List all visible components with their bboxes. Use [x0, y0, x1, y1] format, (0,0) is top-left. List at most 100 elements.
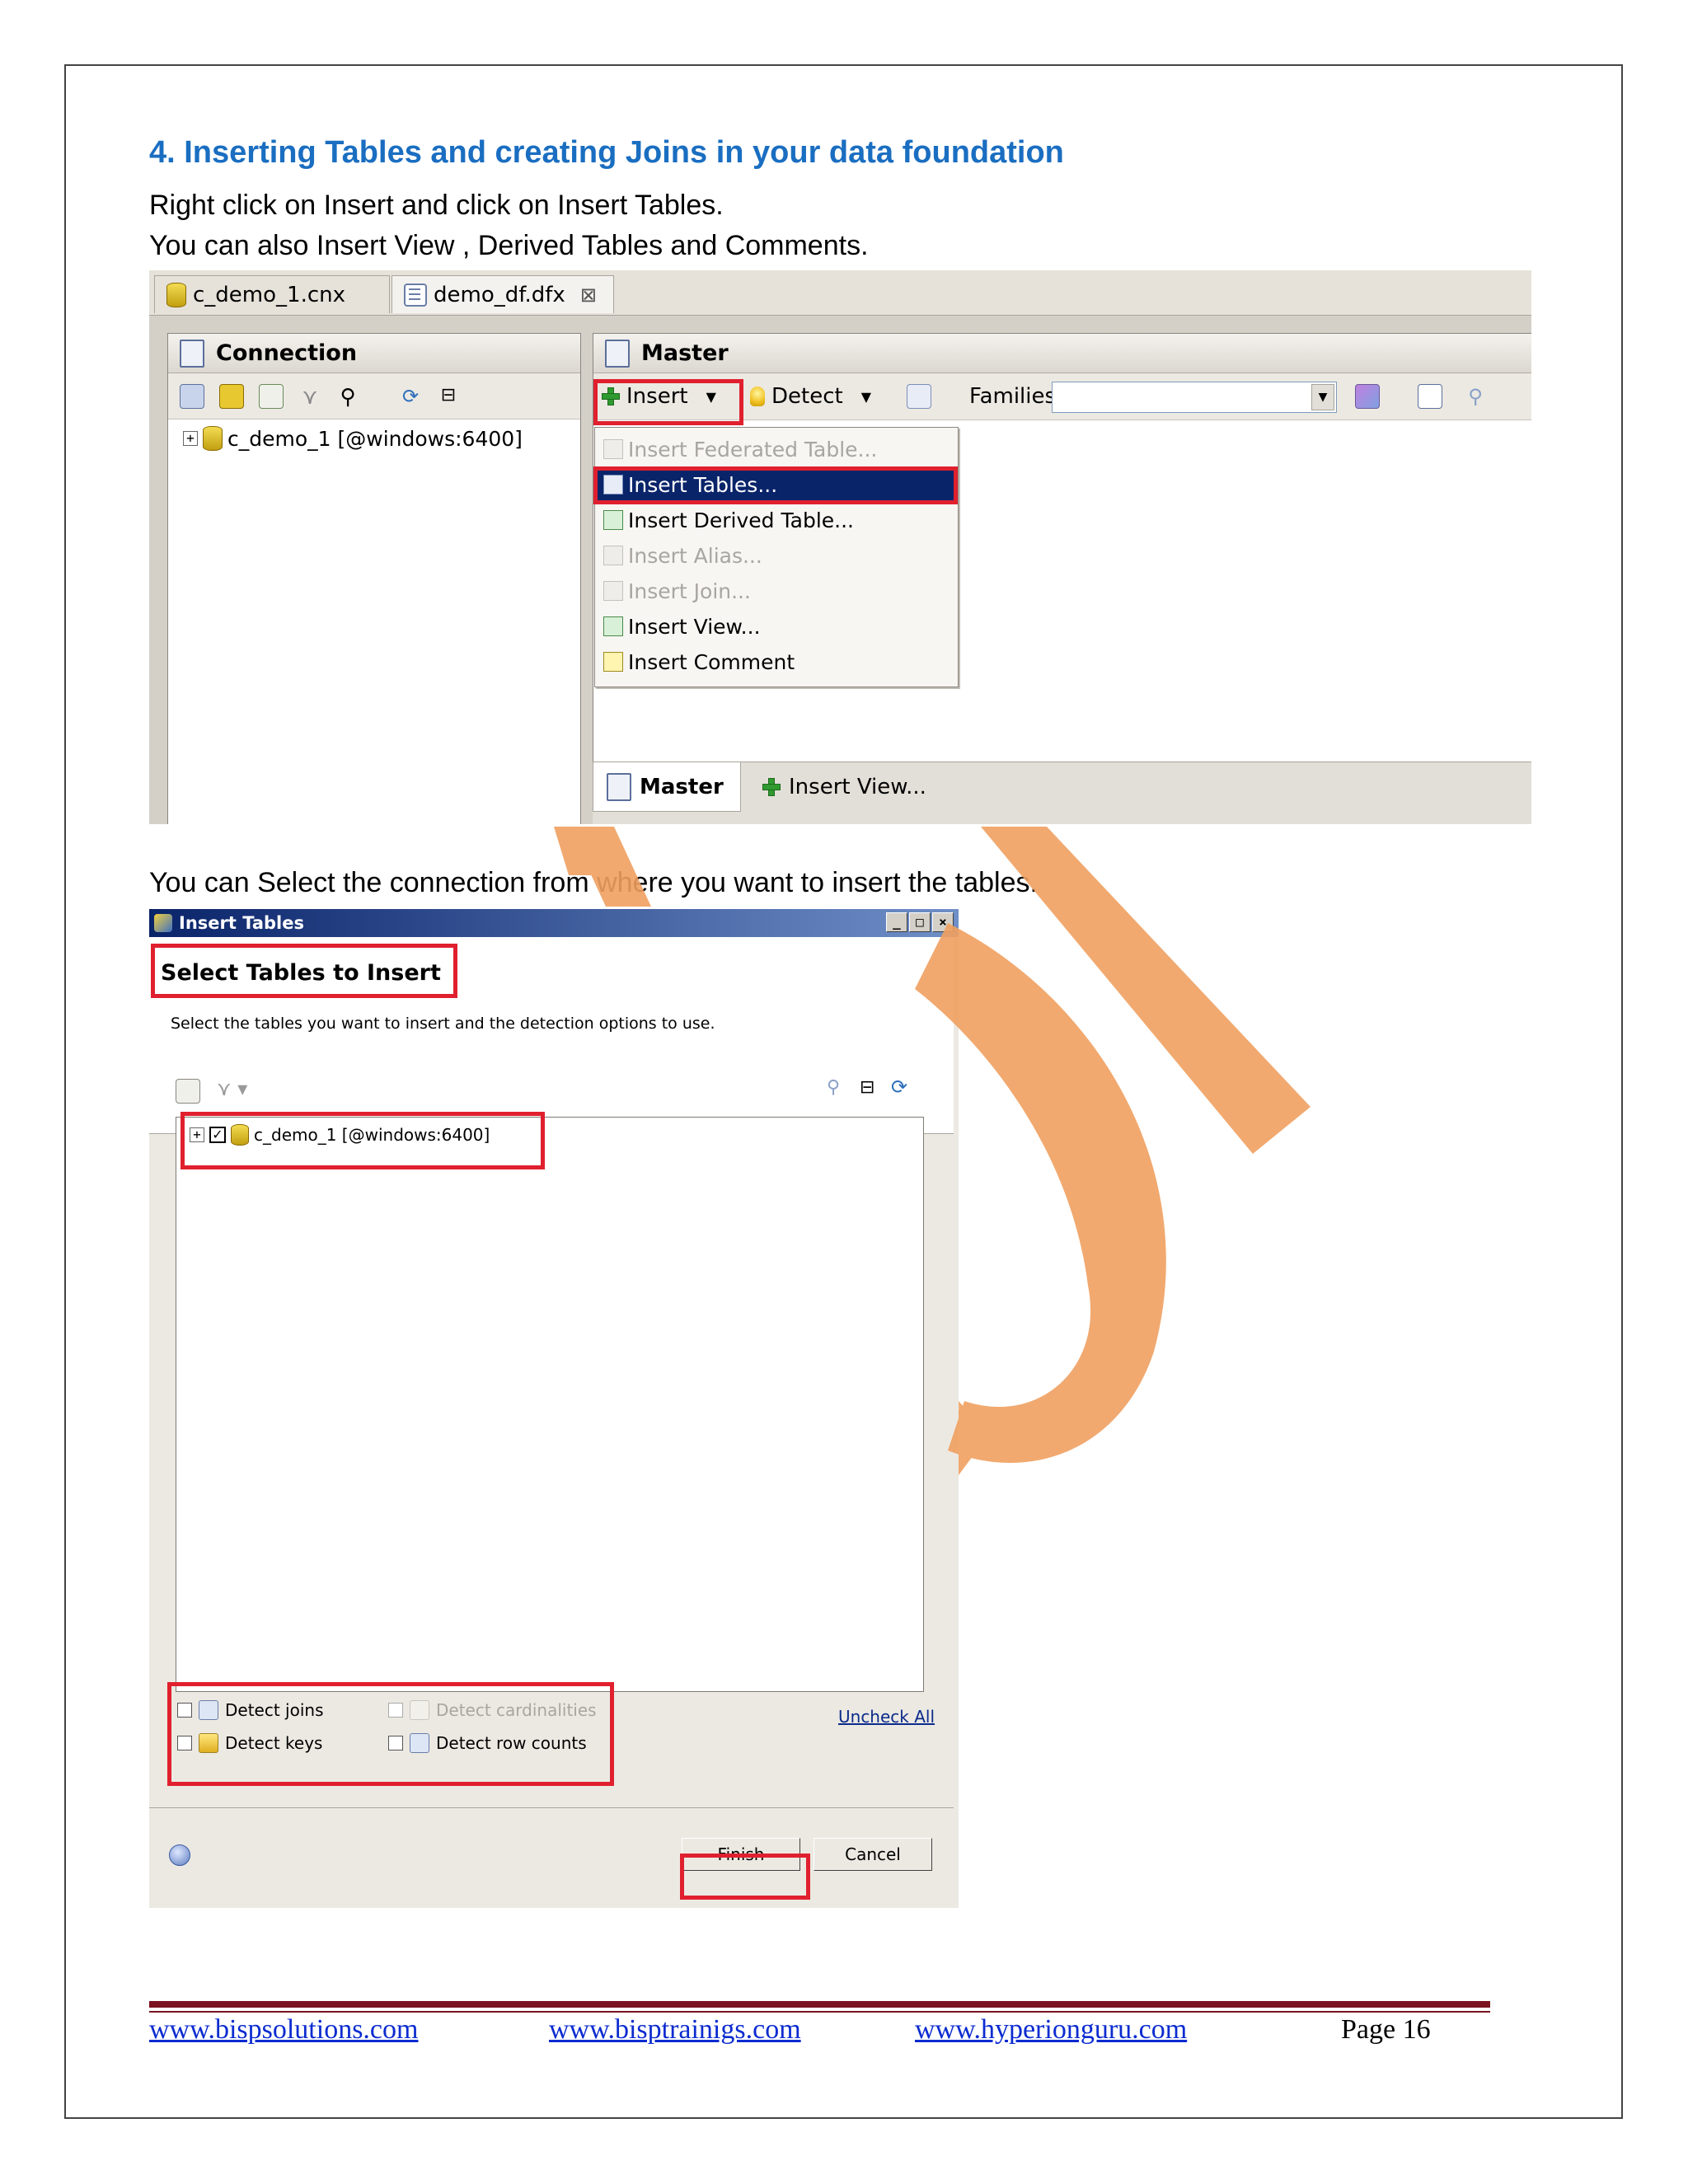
user-icon[interactable]: [259, 383, 284, 409]
tab-master-label: Master: [640, 774, 724, 799]
connection-file-icon: [166, 282, 186, 307]
master-toolbar: Insert ▼ Detect ▼ Families ▼ ⚲: [593, 373, 1531, 420]
screenshot-insert-tables-dialog: Insert Tables _ □ × Select Tables to Ins…: [149, 909, 959, 1908]
detect-joins-checkbox[interactable]: [177, 1703, 192, 1718]
page-search-icon: [1418, 384, 1442, 409]
refresh-icon[interactable]: ⟳: [399, 385, 422, 408]
tab-insert-view[interactable]: Insert View...: [749, 762, 940, 812]
option-label: Detect cardinalities: [436, 1700, 597, 1720]
family-color-icon: [1355, 384, 1380, 409]
dropdown-arrow-icon[interactable]: ▼: [1311, 384, 1334, 410]
option-label: Detect row counts: [436, 1733, 587, 1753]
magnifier-icon[interactable]: ⚲: [827, 1077, 840, 1098]
collapse-all-icon[interactable]: ⊟: [860, 1077, 874, 1098]
banner-description: Select the tables you want to insert and…: [171, 1015, 715, 1033]
menu-insert-derived-table[interactable]: Insert Derived Table...: [597, 504, 956, 537]
join-icon: [603, 581, 623, 601]
filter-icon[interactable]: ⋎ ▾: [217, 1077, 247, 1100]
finish-button[interactable]: Finish: [682, 1838, 800, 1871]
plus-icon: [762, 778, 781, 796]
connection-pane-icon: [180, 339, 204, 368]
uncheck-all-link[interactable]: Uncheck All: [838, 1707, 935, 1727]
detect-cardinalities-checkbox[interactable]: [388, 1703, 403, 1718]
expand-icon[interactable]: +: [183, 431, 198, 446]
connection-tree: + c_demo_1 [@windows:6400]: [176, 1117, 924, 1692]
connection-pane: Connection ⋎ ⚲ ⟳ ⊟ + c_demo_1 [@windows:…: [167, 333, 581, 824]
collapse-all-icon[interactable]: ⊟: [437, 385, 460, 408]
master-pane-title: Master: [641, 340, 729, 366]
maximize-button[interactable]: □: [909, 912, 931, 932]
detect-row-counts-checkbox[interactable]: [388, 1736, 403, 1750]
insert-dropdown-menu: Insert Federated Table... Insert Tables.…: [594, 427, 959, 687]
cardinality-icon: [410, 1700, 429, 1720]
refresh-icon[interactable]: ⟳: [891, 1076, 907, 1099]
menu-insert-comment[interactable]: Insert Comment: [597, 645, 956, 678]
footer-link-bisptrainigs[interactable]: www.bisptrainigs.com: [549, 2014, 801, 2046]
alias-icon: [603, 546, 623, 565]
menu-insert-alias[interactable]: Insert Alias...: [597, 539, 956, 572]
arrange-tables-button[interactable]: [907, 382, 931, 411]
connection-toolbar: ⋎ ⚲ ⟳ ⊟: [168, 373, 580, 419]
banner-title: Select Tables to Insert: [161, 960, 441, 986]
view-tab-bar: Master Insert View...: [593, 762, 1531, 824]
detect-keys-checkbox[interactable]: [177, 1736, 192, 1750]
edit-connection-icon[interactable]: [180, 383, 204, 409]
editor-tab-bar: c_demo_1.cnx demo_df.dfx ⊠: [149, 270, 1531, 316]
chevron-down-icon[interactable]: ▼: [706, 389, 716, 405]
detect-label: Detect: [771, 384, 843, 409]
close-button[interactable]: ×: [932, 912, 954, 932]
key-icon: [199, 1733, 218, 1753]
zoom-button[interactable]: ⚲: [1464, 382, 1487, 411]
tab-cnx-label: c_demo_1.cnx: [193, 282, 345, 307]
menu-insert-federated-table[interactable]: Insert Federated Table...: [597, 433, 956, 466]
tab-master[interactable]: Master: [593, 762, 741, 812]
minimize-button[interactable]: _: [886, 912, 907, 932]
dialog-title: Insert Tables: [179, 913, 304, 933]
option-detect-joins[interactable]: Detect joins: [177, 1700, 324, 1720]
magnifier-icon: ⚲: [1468, 385, 1483, 408]
expand-icon[interactable]: +: [190, 1127, 204, 1142]
connection-tree-row[interactable]: + c_demo_1 [@windows:6400]: [190, 1124, 490, 1146]
tab-dfx[interactable]: demo_df.dfx ⊠: [392, 275, 614, 313]
detect-button[interactable]: Detect ▼: [750, 382, 871, 411]
view-icon: [603, 616, 623, 636]
menu-insert-join[interactable]: Insert Join...: [597, 574, 956, 607]
option-detect-keys[interactable]: Detect keys: [177, 1733, 322, 1753]
instruction-line-3: You can Select the connection from where…: [149, 867, 1038, 898]
page-number: Page 16: [1341, 2014, 1431, 2045]
tab-insert-view-label: Insert View...: [789, 775, 926, 799]
connection-tree-label: c_demo_1 [@windows:6400]: [227, 426, 523, 451]
footer-link-bispsolutions[interactable]: www.bispsolutions.com: [149, 2014, 418, 2046]
help-icon[interactable]: [169, 1844, 190, 1866]
change-connection-icon[interactable]: [219, 383, 244, 409]
connection-checkbox[interactable]: [209, 1127, 226, 1143]
chevron-down-icon[interactable]: ▼: [861, 389, 871, 405]
filter-icon[interactable]: ⋎: [298, 385, 321, 410]
lightbulb-icon: [750, 387, 765, 406]
menu-insert-tables[interactable]: Insert Tables...: [597, 468, 956, 501]
data-foundation-icon: [404, 283, 427, 307]
app-icon: [154, 914, 172, 932]
menu-insert-view[interactable]: Insert View...: [597, 610, 956, 643]
table-icon: [603, 475, 623, 494]
families-select[interactable]: ▼: [1052, 382, 1337, 413]
option-detect-cardinalities[interactable]: Detect cardinalities: [388, 1700, 597, 1720]
footer-rule-thin: [149, 2011, 1490, 2013]
tab-cnx[interactable]: c_demo_1.cnx: [154, 275, 390, 313]
plus-icon: [602, 387, 620, 405]
dialog-title-bar: Insert Tables _ □ ×: [149, 909, 959, 937]
option-label: Detect joins: [225, 1700, 324, 1720]
cancel-button[interactable]: Cancel: [814, 1838, 932, 1871]
family-color-button[interactable]: [1355, 382, 1380, 411]
connection-tree-row[interactable]: + c_demo_1 [@windows:6400]: [168, 426, 580, 451]
insert-button[interactable]: Insert ▼: [602, 382, 716, 411]
option-detect-row-counts[interactable]: Detect row counts: [388, 1733, 587, 1753]
zoom-fit-button[interactable]: [1418, 382, 1442, 411]
close-icon[interactable]: ⊠: [580, 284, 597, 307]
user-icon[interactable]: [176, 1079, 200, 1104]
binoculars-icon[interactable]: ⚲: [336, 385, 359, 410]
footer-link-hyperionguru[interactable]: www.hyperionguru.com: [915, 2014, 1187, 2046]
option-label: Detect keys: [225, 1733, 323, 1753]
database-icon: [203, 426, 223, 451]
menu-item-label: Insert Comment: [628, 649, 795, 674]
